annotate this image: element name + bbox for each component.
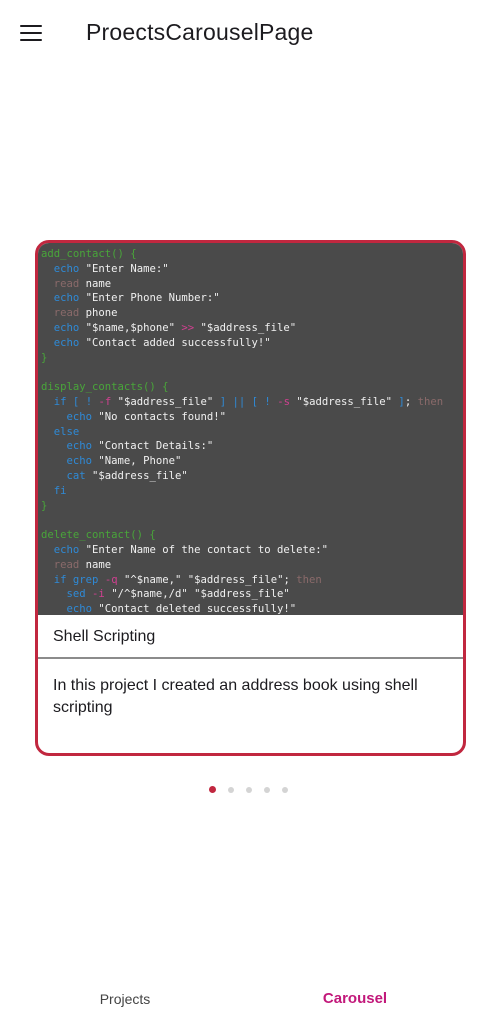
bottom-navigation: Projects Carousel [0, 969, 503, 1029]
project-card[interactable]: add_contact() { echo "Enter Name:" read … [35, 240, 466, 756]
app-bar: ProectsCarouselPage [0, 0, 503, 68]
page-indicator [209, 781, 300, 794]
page-title: ProectsCarouselPage [86, 19, 314, 45]
nav-item-carousel[interactable]: Carousel [250, 969, 460, 1029]
menu-icon[interactable] [16, 20, 46, 48]
project-title: Shell Scripting [38, 615, 463, 659]
page-dot[interactable] [228, 786, 234, 793]
page-dot[interactable] [209, 786, 216, 794]
nav-item-projects[interactable]: Projects [20, 969, 230, 1029]
page-dot[interactable] [264, 786, 270, 793]
project-description: In this project I created an address boo… [53, 677, 418, 716]
code-screenshot-image: add_contact() { echo "Enter Name:" read … [38, 243, 463, 615]
page-dot[interactable] [246, 786, 252, 793]
page-dot[interactable] [282, 786, 288, 793]
code-text: add_contact() { echo "Enter Name:" read … [41, 248, 444, 615]
